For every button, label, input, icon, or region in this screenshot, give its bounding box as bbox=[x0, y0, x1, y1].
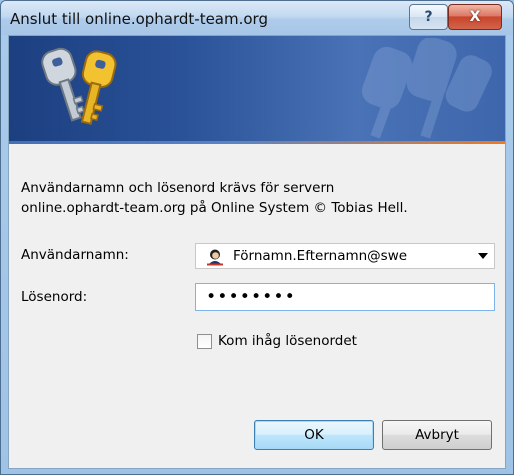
chevron-down-icon[interactable] bbox=[478, 253, 488, 259]
banner-accent-stripe bbox=[9, 141, 505, 144]
cancel-button[interactable]: Avbryt bbox=[382, 420, 492, 450]
help-icon: ? bbox=[424, 9, 433, 25]
login-dialog: Anslut till online.ophardt-team.org ? X bbox=[0, 0, 514, 475]
password-value: •••••••• bbox=[206, 287, 296, 307]
password-field[interactable]: •••••••• bbox=[195, 283, 495, 311]
ok-button[interactable]: OK bbox=[254, 420, 374, 450]
close-button[interactable]: X bbox=[448, 4, 502, 30]
banner bbox=[9, 36, 505, 144]
keys-icon bbox=[41, 47, 117, 125]
help-button[interactable]: ? bbox=[409, 4, 448, 30]
remember-password-option[interactable]: Kom ihåg lösenordet bbox=[197, 332, 357, 350]
remember-password-label: Kom ihåg lösenordet bbox=[218, 333, 357, 349]
username-label: Användarnamn: bbox=[21, 247, 129, 263]
window-title: Anslut till online.ophardt-team.org bbox=[10, 10, 268, 28]
username-value: Förnamn.Efternamn@swe bbox=[233, 248, 408, 264]
prompt-message-line-2: online.ophardt-team.org på Online System… bbox=[21, 200, 408, 216]
title-bar[interactable]: Anslut till online.ophardt-team.org ? X bbox=[1, 1, 513, 35]
ok-button-label: OK bbox=[304, 427, 324, 443]
prompt-message-line-1: Användarnamn och lösenord krävs för serv… bbox=[21, 180, 335, 196]
cancel-button-label: Avbryt bbox=[415, 427, 459, 443]
close-icon: X bbox=[469, 9, 481, 25]
user-avatar-icon bbox=[207, 249, 223, 266]
keys-watermark-icon bbox=[361, 38, 492, 139]
dialog-body: Användarnamn och lösenord krävs för serv… bbox=[8, 35, 506, 469]
remember-password-checkbox[interactable] bbox=[197, 333, 212, 349]
prompt-message: Användarnamn och lösenord krävs för serv… bbox=[21, 178, 491, 218]
username-combobox[interactable]: Förnamn.Efternamn@swe bbox=[195, 243, 495, 269]
password-label: Lösenord: bbox=[21, 289, 88, 305]
